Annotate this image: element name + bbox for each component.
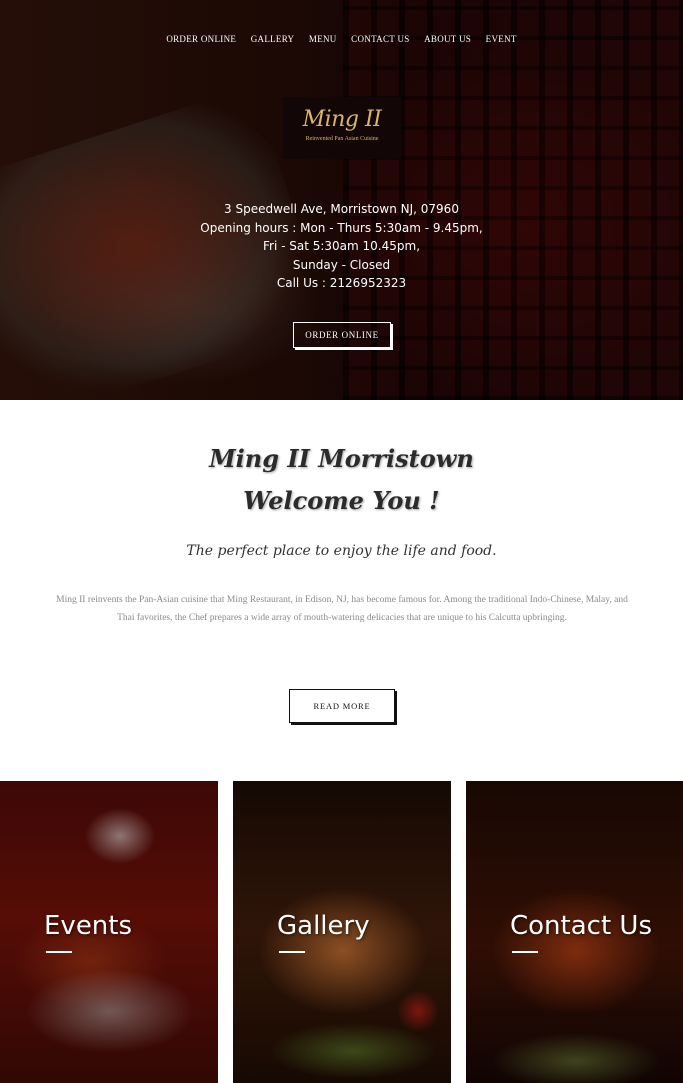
hero-section: ORDER ONLINE GALLERY MENU CONTACT US ABO… <box>0 0 683 400</box>
card-underline <box>46 951 72 953</box>
nav-item-order-online[interactable]: ORDER ONLINE <box>166 34 236 44</box>
contact-card[interactable]: Contact Us <box>466 781 683 1083</box>
contact-card-title: Contact Us <box>510 911 652 941</box>
nav-item-gallery[interactable]: GALLERY <box>251 34 295 44</box>
logo-tagline: Reinvented Pan Asian Cuisine <box>305 136 379 142</box>
welcome-section: Ming II Morristown Welcome You ! The per… <box>0 400 683 781</box>
welcome-subtitle: Welcome You ! <box>243 486 440 515</box>
restaurant-info: 3 Speedwell Ave, Morristown NJ, 07960 Op… <box>0 200 683 293</box>
nav-item-about-us[interactable]: ABOUT US <box>424 34 471 44</box>
gallery-card-title: Gallery <box>277 911 370 941</box>
welcome-title: Ming II Morristown <box>209 444 474 473</box>
hours-line-2: Fri - Sat 5:30am 10.45pm, <box>262 239 421 253</box>
card-underline <box>512 951 538 953</box>
logo[interactable]: Ming II Reinvented Pan Asian Cuisine <box>283 97 401 159</box>
read-more-button[interactable]: READ MORE <box>289 689 395 723</box>
address-text: 3 Speedwell Ave, Morristown NJ, 07960 <box>224 202 459 216</box>
nav-item-event[interactable]: EVENT <box>486 34 517 44</box>
welcome-description: Ming II reinvents the Pan-Asian cuisine … <box>56 595 628 623</box>
events-card-title: Events <box>44 911 133 941</box>
hours-line-3: Sunday - Closed <box>292 257 391 272</box>
hours-line-1: Opening hours : Mon - Thurs 5:30am - 9.4… <box>200 220 483 235</box>
order-online-button[interactable]: ORDER ONLINE <box>293 322 391 348</box>
events-card[interactable]: Events <box>0 781 218 1083</box>
nav-item-contact-us[interactable]: CONTACT US <box>351 34 409 44</box>
welcome-tagline: The perfect place to enjoy the life and … <box>186 543 497 559</box>
gallery-card[interactable]: Gallery <box>233 781 451 1083</box>
card-underline <box>279 951 305 953</box>
nav-item-menu[interactable]: MENU <box>309 34 337 44</box>
phone-text: Call Us : 2126952323 <box>276 276 407 290</box>
top-nav: ORDER ONLINE GALLERY MENU CONTACT US ABO… <box>0 34 683 44</box>
logo-name: Ming II <box>302 107 382 132</box>
